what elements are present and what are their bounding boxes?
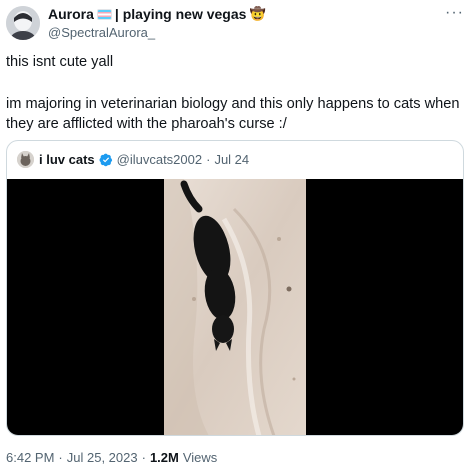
- verified-badge-icon: [99, 153, 112, 166]
- footer-separator-1: ·: [58, 450, 63, 465]
- quoted-avatar-image: [17, 151, 34, 168]
- author-handle[interactable]: @SpectralAurora_: [48, 25, 155, 40]
- tweet-time[interactable]: 6:42 PM: [6, 450, 54, 465]
- author-name-suffix: | playing new vegas: [114, 6, 247, 22]
- quoted-tweet[interactable]: i luv cats @iluvcats2002 · Jul 24: [6, 140, 464, 436]
- quoted-author-name[interactable]: i luv cats: [39, 152, 95, 167]
- cowboy-hat-face-icon: 🤠: [249, 6, 266, 21]
- video-thumbnail: [164, 179, 306, 435]
- author-avatar[interactable]: [6, 6, 40, 40]
- avatar-image: [6, 6, 40, 40]
- tweet: Aurora | playing new vegas 🤠 @SpectralAu…: [0, 0, 474, 474]
- more-options-icon[interactable]: ···: [445, 4, 464, 22]
- tweet-text-line-1: this isnt cute yall: [6, 54, 114, 70]
- quoted-author-handle[interactable]: @iluvcats2002: [117, 152, 202, 167]
- views-label: Views: [182, 450, 218, 465]
- footer-separator-2: ·: [141, 450, 146, 465]
- quoted-date[interactable]: Jul 24: [214, 152, 249, 167]
- tweet-text-line-2: im majoring in veterinarian biology and …: [6, 96, 460, 112]
- quoted-separator: ·: [206, 152, 211, 167]
- tweet-date[interactable]: Jul 25, 2023: [67, 450, 138, 465]
- quoted-author-avatar[interactable]: [17, 151, 34, 168]
- views-count[interactable]: 1.2M: [150, 450, 179, 465]
- transgender-flag-icon: [96, 8, 112, 20]
- author-name[interactable]: Aurora | playing new vegas 🤠: [48, 6, 266, 22]
- quoted-header: i luv cats @iluvcats2002 · Jul 24: [39, 151, 249, 168]
- tweet-footer: 6:42 PM · Jul 25, 2023 · 1.2M Views: [6, 450, 217, 465]
- tweet-text-line-3: they are afflicted with the pharoah's cu…: [6, 116, 287, 132]
- black-cat-on-sand-image: [164, 179, 306, 435]
- author-name-text: Aurora: [48, 6, 94, 22]
- video-player[interactable]: [7, 179, 463, 435]
